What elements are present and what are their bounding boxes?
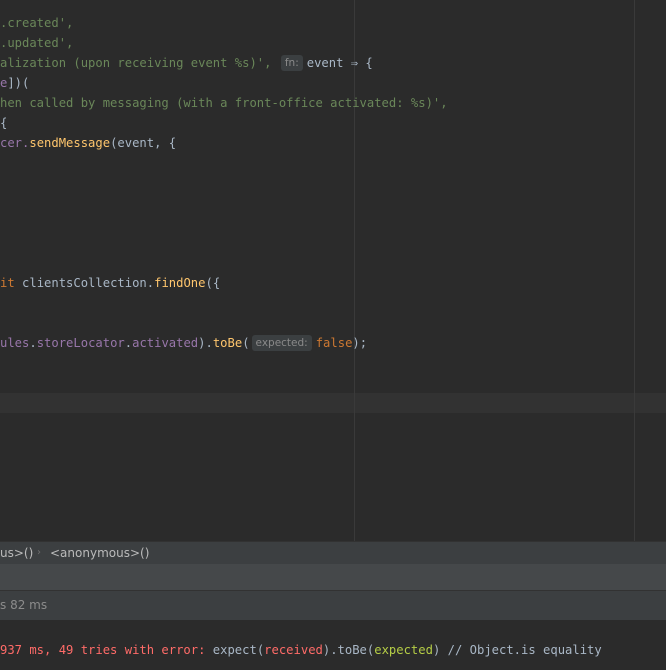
code-line[interactable]: cer.sendMessage(event, { — [0, 133, 176, 153]
code-line[interactable]: ules.storeLocator.activated).toBe(expect… — [0, 333, 367, 353]
indent-guide — [354, 0, 355, 541]
code-line[interactable]: alization (upon receiving event %s)', fn… — [0, 53, 373, 73]
code-editor[interactable]: .created', .updated', alization (upon re… — [0, 0, 666, 541]
parameter-hint: fn: — [280, 55, 303, 71]
code-line[interactable]: hen called by messaging (with a front-of… — [0, 93, 448, 113]
breadcrumb-item[interactable]: us>() — [0, 542, 33, 564]
code-line[interactable]: e])( — [0, 73, 29, 93]
code-line[interactable]: .created', — [0, 13, 73, 33]
tool-window-header — [0, 564, 666, 590]
right-margin-guide — [634, 0, 635, 541]
code-line[interactable]: .updated', — [0, 33, 73, 53]
parameter-hint: expected: — [251, 335, 312, 351]
test-duration: s 82 ms — [0, 598, 48, 612]
console-output[interactable]: 937 ms, 49 tries with error: expect(rece… — [0, 620, 666, 670]
current-line-highlight — [0, 393, 666, 413]
breadcrumb-item[interactable]: <anonymous>() — [50, 542, 149, 564]
test-status-bar: s 82 ms — [0, 590, 666, 620]
code-line[interactable]: it clientsCollection.findOne({ — [0, 273, 220, 293]
code-line[interactable]: { — [0, 113, 7, 133]
breadcrumb: us>() › <anonymous>() — [0, 541, 666, 564]
chevron-right-icon: › — [37, 547, 41, 558]
error-message: 937 ms, 49 tries with error: expect(rece… — [0, 643, 602, 657]
